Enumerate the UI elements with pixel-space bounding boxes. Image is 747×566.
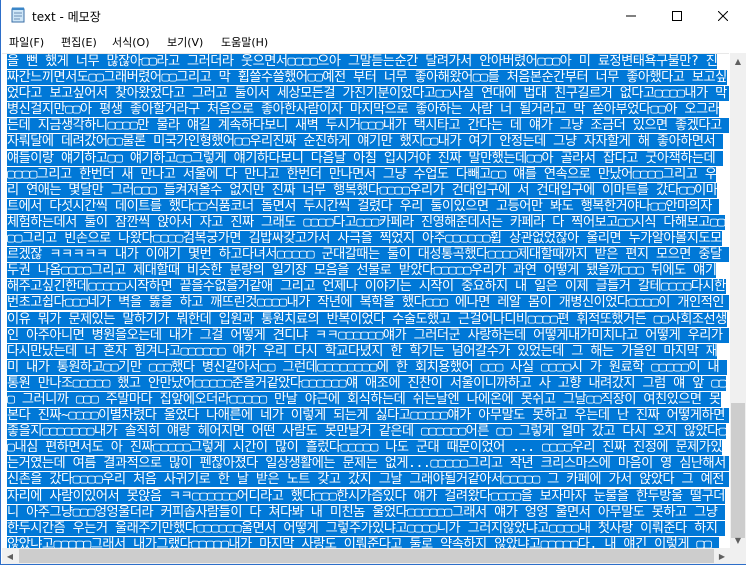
- scroll-left-icon[interactable]: ◀: [2, 548, 18, 564]
- menu-bar: 파일(F) 편집(E) 서식(O) 보기(V) 도움말(H): [1, 31, 746, 53]
- scroll-up-icon[interactable]: ▲: [730, 53, 746, 69]
- scroll-right-icon[interactable]: ▶: [714, 548, 730, 564]
- title-bar[interactable]: text - 메모장: [1, 0, 746, 31]
- maximize-button[interactable]: [654, 0, 700, 31]
- horizontal-scrollbar[interactable]: ◀ ▶: [2, 548, 730, 564]
- menu-view[interactable]: 보기(V): [167, 34, 203, 50]
- close-icon: [718, 10, 728, 21]
- close-button[interactable]: [700, 0, 746, 31]
- text-editor[interactable]: 을 뻔 했게 너무 많잖아▢▢라고 그러더라 웃으면서▢▢▢▢으아 그말듣는순간…: [2, 53, 729, 549]
- editor-text-area[interactable]: 을 뻔 했게 너무 많잖아▢▢라고 그러더라 웃으면서▢▢▢▢으아 그말듣는순간…: [7, 54, 729, 549]
- notepad-icon: [11, 7, 25, 23]
- selected-text: 을 뻔 했게 너무 많잖아▢▢라고 그러더라 웃으면서▢▢▢▢으아 그말듣는순간…: [7, 54, 729, 549]
- menu-file[interactable]: 파일(F): [9, 34, 44, 50]
- scrollbar-corner: [730, 548, 746, 564]
- minimize-icon: [626, 15, 636, 16]
- menu-edit[interactable]: 편집(E): [61, 34, 97, 50]
- vertical-scrollbar[interactable]: ▲ ▼: [730, 53, 746, 548]
- vertical-scroll-thumb[interactable]: [731, 403, 745, 538]
- menu-help[interactable]: 도움말(H): [221, 34, 268, 50]
- window-title: text - 메모장: [32, 10, 101, 24]
- horizontal-scroll-thumb[interactable]: [19, 549, 714, 563]
- maximize-icon: [672, 10, 682, 21]
- minimize-button[interactable]: [608, 0, 654, 31]
- scroll-down-icon[interactable]: ▼: [730, 532, 746, 548]
- menu-format[interactable]: 서식(O): [112, 34, 149, 50]
- notepad-window: text - 메모장 파일(F) 편집(E) 서식(O) 보기(V) 도움말(H…: [0, 0, 746, 565]
